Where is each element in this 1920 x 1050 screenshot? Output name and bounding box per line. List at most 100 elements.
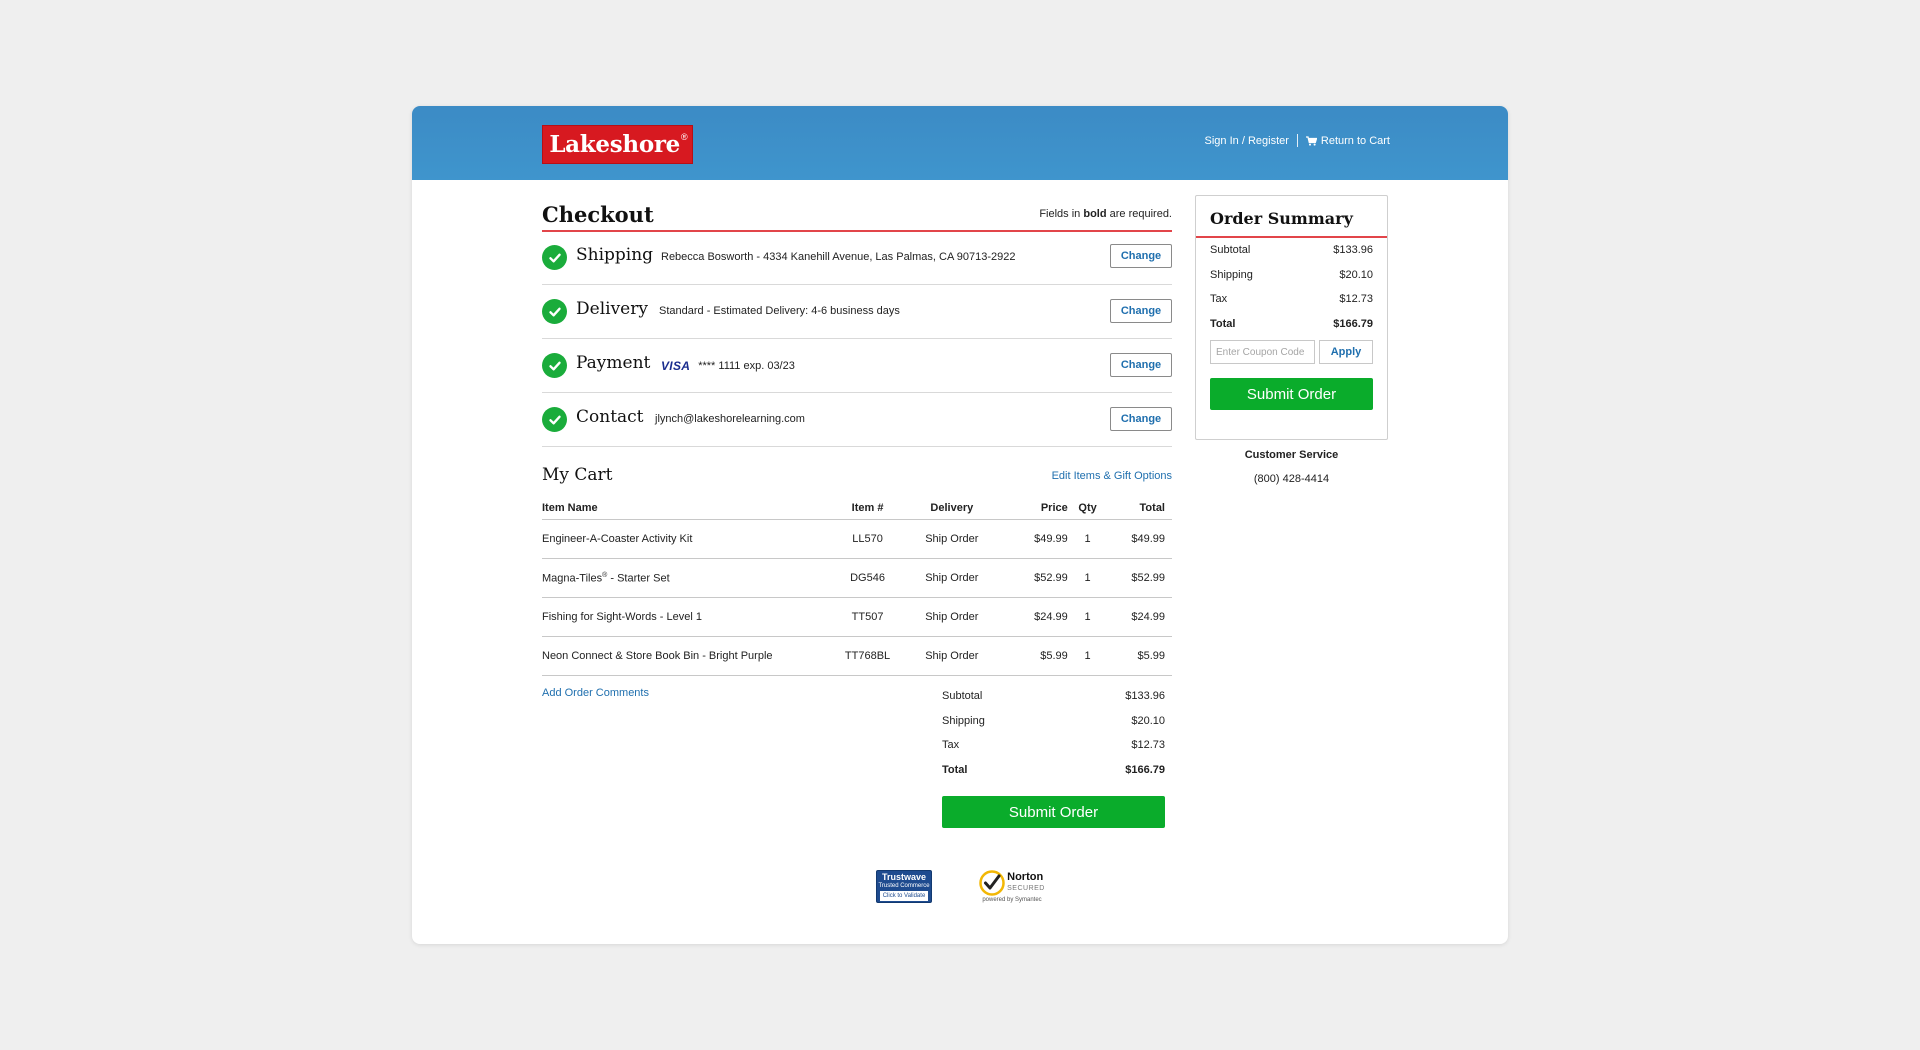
column-header-price: Price — [1006, 497, 1068, 520]
order-summary-title: Order Summary — [1196, 196, 1387, 238]
cart-item-number: DG546 — [837, 558, 898, 598]
summary-label: Tax — [1210, 293, 1228, 306]
contact-email: jlynch@lakeshorelearning.com — [655, 413, 805, 425]
sign-in-register-link[interactable]: Sign In / Register — [1205, 135, 1289, 147]
norton-words: Norton SECURED — [1007, 872, 1045, 894]
cart-footer: Add Order Comments Subtotal $133.96 Shipp… — [542, 676, 1172, 836]
trustwave-badge[interactable]: Trustwave Trusted Commerce Click to Vali… — [876, 870, 932, 903]
cart-item-name: Neon Connect & Store Book Bin - Bright P… — [542, 636, 838, 676]
required-fields-note: Fields in bold are required. — [1039, 208, 1172, 220]
norton-seal: Norton SECURED — [979, 870, 1045, 896]
cart-item-name: Magna-Tiles® - Starter Set — [542, 558, 838, 598]
nav-divider — [1296, 134, 1298, 147]
cart-totals: Subtotal $133.96 Shipping $20.10 Tax $12.73… — [942, 690, 1165, 788]
table-row: Fishing for Sight-Words - Level 1 TT507 … — [542, 597, 1172, 637]
cart-item-number: TT507 — [837, 597, 898, 637]
cart-title: My Cart — [542, 465, 613, 485]
trustwave-name: Trustwave — [881, 872, 927, 882]
summary-row-subtotal: Subtotal $133.96 — [1196, 238, 1387, 263]
check-circle-icon — [542, 245, 567, 270]
cart-table-header: Item Name Item # Delivery Price Qty Tota… — [542, 497, 1172, 520]
submit-order-button[interactable]: Submit Order — [942, 796, 1165, 828]
cart-item-number: LL570 — [837, 519, 898, 559]
cart-item-qty: 1 — [1067, 597, 1108, 637]
cart-item-name: Engineer-A-Coaster Activity Kit — [542, 519, 838, 559]
checkout-page: Lakeshore ® Sign In / Register Return to … — [412, 106, 1508, 944]
change-payment-button[interactable]: Change — [1110, 353, 1172, 377]
summary-value: $133.96 — [1333, 244, 1373, 257]
norton-secured-badge[interactable]: Norton SECURED powered by Symantec — [976, 870, 1048, 903]
step-shipping: Shipping Rebecca Bosworth - 4334 Kanehil… — [542, 232, 1172, 285]
checkout-main: Checkout Fields in bold are required. Sh… — [542, 180, 1172, 836]
add-order-comments-link[interactable]: Add Order Comments — [542, 687, 649, 699]
required-note-post: are required. — [1106, 208, 1172, 220]
totals-value: $166.79 — [1125, 763, 1165, 776]
cart-item-delivery: Ship Order — [897, 519, 1007, 559]
delivery-option: Standard - Estimated Delivery: 4-6 busin… — [659, 305, 900, 317]
site-header: Lakeshore ® Sign In / Register Return to … — [412, 106, 1508, 180]
edit-items-gift-options-link[interactable]: Edit Items & Gift Options — [1052, 470, 1172, 482]
lakeshore-logo[interactable]: Lakeshore ® — [542, 125, 693, 164]
cart-item-price: $52.99 — [1006, 558, 1068, 598]
header-nav: Sign In / Register Return to Cart — [1205, 134, 1390, 147]
change-shipping-button[interactable]: Change — [1110, 244, 1172, 268]
payment-method: VISA **** 1111 exp. 03/23 — [661, 359, 795, 373]
order-summary-panel: Order Summary Subtotal $133.96 Shipping $2… — [1195, 195, 1388, 440]
page-title: Checkout — [542, 202, 654, 227]
cart-item-delivery: Ship Order — [897, 558, 1007, 598]
totals-label: Subtotal — [942, 690, 983, 702]
summary-row-total: Total $166.79 — [1196, 312, 1387, 337]
customer-service: Customer Service (800) 428-4414 — [1195, 449, 1388, 485]
cart-table: Item Name Item # Delivery Price Qty Tota… — [542, 497, 1172, 676]
cart-item-qty: 1 — [1067, 636, 1108, 676]
cart-item-delivery: Ship Order — [897, 636, 1007, 676]
change-delivery-button[interactable]: Change — [1110, 299, 1172, 323]
column-header-qty: Qty — [1067, 497, 1108, 520]
table-row: Engineer-A-Coaster Activity Kit LL570 Sh… — [542, 519, 1172, 559]
norton-name: Norton — [1007, 871, 1044, 883]
step-delivery: Delivery Standard - Estimated Delivery: … — [542, 285, 1172, 339]
visa-card-icon: VISA — [661, 359, 691, 373]
return-to-cart-link[interactable]: Return to Cart — [1305, 135, 1390, 147]
step-label-shipping: Shipping — [576, 245, 654, 265]
summary-label: Shipping — [1210, 268, 1253, 281]
required-note-pre: Fields in — [1039, 208, 1084, 220]
cart-item-name-main: Magna-Tiles — [542, 572, 603, 585]
cart-item-name: Fishing for Sight-Words - Level 1 — [542, 597, 838, 637]
column-header-delivery: Delivery — [897, 497, 1007, 520]
step-label-contact: Contact — [576, 407, 644, 427]
cart-item-total: $5.99 — [1107, 636, 1172, 676]
change-contact-button[interactable]: Change — [1110, 407, 1172, 431]
trustwave-line: Trusted Commerce — [878, 883, 930, 889]
cart-item-total: $52.99 — [1107, 558, 1172, 598]
coupon-form: Apply — [1210, 340, 1373, 364]
totals-row-tax: Tax $12.73 — [942, 739, 1165, 764]
check-circle-icon — [542, 353, 567, 378]
summary-value: $12.73 — [1339, 293, 1373, 306]
norton-powered-by: powered by Symantec — [982, 897, 1042, 903]
check-circle-icon — [542, 407, 567, 432]
shipping-address: Rebecca Bosworth - 4334 Kanehill Avenue,… — [661, 251, 1016, 263]
coupon-code-input[interactable] — [1210, 340, 1315, 364]
cart-item-delivery: Ship Order — [897, 597, 1007, 637]
cart-icon — [1305, 135, 1317, 146]
step-label-delivery: Delivery — [576, 299, 648, 319]
submit-order-summary-button[interactable]: Submit Order — [1210, 378, 1373, 410]
column-header-total: Total — [1107, 497, 1172, 520]
totals-row-shipping: Shipping $20.10 — [942, 715, 1165, 740]
totals-label: Total — [942, 763, 968, 776]
security-badges: Trustwave Trusted Commerce Click to Vali… — [876, 870, 1048, 903]
summary-row-shipping: Shipping $20.10 — [1196, 263, 1387, 288]
totals-row-total: Total $166.79 — [942, 764, 1165, 789]
totals-label: Tax — [942, 739, 960, 751]
cart-item-total: $49.99 — [1107, 519, 1172, 559]
cart-item-price: $5.99 — [1006, 636, 1068, 676]
cart-item-price: $49.99 — [1006, 519, 1068, 559]
summary-value: $20.10 — [1339, 268, 1373, 281]
summary-label: Subtotal — [1210, 244, 1251, 257]
summary-label: Total — [1210, 317, 1236, 330]
trustwave-cta: Click to Validate — [880, 891, 928, 901]
step-label-payment: Payment — [576, 353, 651, 373]
apply-coupon-button[interactable]: Apply — [1319, 340, 1373, 364]
norton-secured-label: SECURED — [1007, 885, 1045, 892]
